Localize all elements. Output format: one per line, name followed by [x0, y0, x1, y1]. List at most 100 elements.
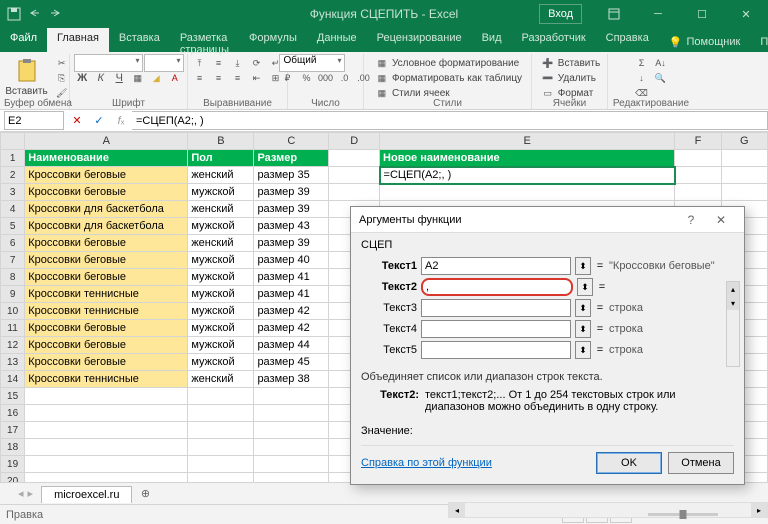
row-header[interactable]: 10 — [1, 303, 25, 320]
arg-input[interactable] — [421, 320, 571, 338]
cond-format-button[interactable]: ▦Условное форматирование — [373, 56, 522, 70]
cell[interactable] — [721, 184, 767, 201]
cell[interactable] — [25, 422, 188, 439]
tab-formulas[interactable]: Формулы — [239, 28, 307, 52]
row-header[interactable]: 13 — [1, 354, 25, 371]
arg-input[interactable] — [421, 257, 571, 275]
cell[interactable] — [254, 456, 329, 473]
cell[interactable]: Кроссовки беговые — [25, 269, 188, 286]
tab-data[interactable]: Данные — [307, 28, 367, 52]
cell[interactable] — [329, 167, 380, 184]
col-header[interactable]: E — [380, 133, 675, 150]
fill-icon[interactable]: ◢ — [148, 71, 166, 85]
cancel-formula-icon[interactable]: ✕ — [66, 111, 88, 130]
cell[interactable]: размер 45 — [254, 354, 329, 371]
row-header[interactable]: 2 — [1, 167, 25, 184]
collapse-dialog-icon[interactable]: ⬍ — [577, 278, 593, 296]
row-header[interactable]: 8 — [1, 269, 25, 286]
cell[interactable] — [721, 150, 767, 167]
cell[interactable]: размер 41 — [254, 286, 329, 303]
tab-home[interactable]: Главная — [47, 28, 109, 52]
row-header[interactable]: 14 — [1, 371, 25, 388]
cell[interactable]: размер 39 — [254, 201, 329, 218]
cell[interactable] — [675, 150, 721, 167]
cell[interactable]: Новое наименование — [380, 150, 675, 167]
cell[interactable]: Кроссовки беговые — [25, 167, 188, 184]
align-top-icon[interactable]: ⤒ — [191, 56, 209, 70]
orient-icon[interactable]: ⟳ — [248, 56, 266, 70]
autosave-icon[interactable] — [6, 6, 22, 22]
cell[interactable] — [188, 456, 254, 473]
cell[interactable]: размер 44 — [254, 337, 329, 354]
format-table-button[interactable]: ▦Форматировать как таблицу — [373, 71, 522, 85]
cell[interactable] — [254, 473, 329, 483]
fill-down-icon[interactable]: ↓ — [633, 71, 651, 85]
align-bot-icon[interactable]: ⤓ — [229, 56, 247, 70]
cell[interactable]: размер 42 — [254, 320, 329, 337]
col-header[interactable]: C — [254, 133, 329, 150]
cell[interactable]: размер 43 — [254, 218, 329, 235]
fontsize-combo[interactable] — [144, 54, 184, 72]
row-header[interactable]: 9 — [1, 286, 25, 303]
cell[interactable] — [675, 167, 721, 184]
tab-view[interactable]: Вид — [472, 28, 512, 52]
col-header[interactable] — [1, 133, 25, 150]
cell[interactable]: Кроссовки теннисные — [25, 303, 188, 320]
tab-help[interactable]: 💡Помощник — [659, 28, 751, 52]
align-center-icon[interactable]: ≡ — [210, 71, 228, 85]
bold-icon[interactable]: Ж — [74, 71, 92, 85]
tab-insert[interactable]: Вставка — [109, 28, 170, 52]
cell[interactable]: Кроссовки беговые — [25, 354, 188, 371]
italic-icon[interactable]: К — [92, 71, 110, 85]
col-header[interactable]: F — [675, 133, 721, 150]
cell[interactable]: Кроссовки беговые — [25, 235, 188, 252]
cell[interactable] — [329, 150, 380, 167]
underline-icon[interactable]: Ч — [111, 71, 129, 85]
dialog-scrollbar[interactable]: ▴▾ — [726, 281, 740, 367]
tab-file[interactable]: Файл — [0, 28, 47, 52]
cell[interactable] — [188, 439, 254, 456]
cell[interactable] — [721, 167, 767, 184]
cell[interactable] — [380, 184, 675, 201]
cell[interactable]: Наименование — [25, 150, 188, 167]
cell[interactable]: Размер — [254, 150, 329, 167]
font-color-icon[interactable]: A — [166, 71, 184, 85]
cell[interactable] — [25, 388, 188, 405]
cell[interactable]: размер 41 — [254, 269, 329, 286]
cell[interactable]: женский — [188, 167, 254, 184]
cell[interactable] — [254, 388, 329, 405]
cut-icon[interactable]: ✂ — [53, 56, 71, 70]
cell[interactable]: Кроссовки беговые — [25, 184, 188, 201]
collapse-dialog-icon[interactable]: ⬍ — [575, 299, 591, 317]
cell[interactable]: мужской — [188, 184, 254, 201]
cell[interactable] — [188, 388, 254, 405]
align-right-icon[interactable]: ≡ — [229, 71, 247, 85]
collapse-dialog-icon[interactable]: ⬍ — [575, 257, 591, 275]
sheet-nav-last-icon[interactable]: ▸ — [28, 487, 34, 500]
row-header[interactable]: 19 — [1, 456, 25, 473]
dialog-help-link[interactable]: Справка по этой функции — [361, 457, 492, 469]
zoom-slider[interactable] — [648, 513, 718, 516]
active-cell[interactable]: =СЦЕП(A2;, ) — [380, 167, 675, 184]
row-header[interactable]: 20 — [1, 473, 25, 483]
cell[interactable] — [188, 422, 254, 439]
cell[interactable] — [675, 184, 721, 201]
cell[interactable]: Кроссовки беговые — [25, 337, 188, 354]
cell[interactable]: Кроссовки для баскетбола — [25, 201, 188, 218]
cell[interactable] — [188, 405, 254, 422]
cell[interactable]: мужской — [188, 269, 254, 286]
row-header[interactable]: 4 — [1, 201, 25, 218]
cell[interactable]: размер 35 — [254, 167, 329, 184]
row-header[interactable]: 11 — [1, 320, 25, 337]
cell[interactable]: размер 38 — [254, 371, 329, 388]
cell[interactable] — [25, 473, 188, 483]
ribbon-options-icon[interactable] — [592, 0, 636, 28]
cell[interactable]: мужской — [188, 337, 254, 354]
delete-cells-button[interactable]: ➖Удалить — [539, 71, 600, 85]
collapse-dialog-icon[interactable]: ⬍ — [575, 341, 591, 359]
sheet-nav-first-icon[interactable]: ◂ — [18, 487, 24, 500]
cell[interactable]: Кроссовки теннисные — [25, 286, 188, 303]
arg-input[interactable] — [421, 278, 573, 296]
cell[interactable] — [188, 473, 254, 483]
currency-icon[interactable]: ₽ — [279, 71, 297, 85]
